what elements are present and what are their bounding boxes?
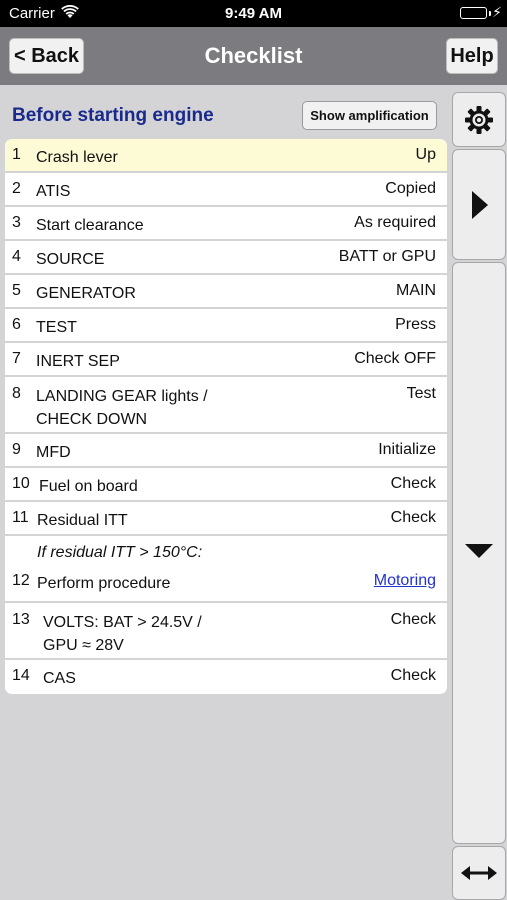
item-number: 2 [12, 180, 21, 197]
checklist-row[interactable]: 1 Crash lever Up [5, 139, 447, 173]
item-number: 7 [12, 350, 21, 367]
navigation-bar: < Back Checklist Help [0, 27, 507, 85]
checklist-list: 1 Crash lever Up 2 ATIS Copied 3 Start c… [5, 139, 447, 694]
item-number: 1 [12, 146, 21, 163]
item-value: Check [390, 475, 436, 492]
item-value: Press [395, 316, 436, 333]
item-label: SOURCE [36, 251, 105, 268]
checklist-row[interactable]: 2 ATIS Copied [5, 173, 447, 207]
checklist-row[interactable]: 7 INERT SEP Check OFF [5, 343, 447, 377]
item-label: TEST [36, 319, 77, 336]
checklist-row[interactable]: If residual ITT > 150°C: 12 Perform proc… [5, 536, 447, 603]
checklist-row[interactable]: 3 Start clearance As required [5, 207, 447, 241]
scroll-down-button[interactable] [452, 262, 506, 844]
item-value: As required [354, 214, 436, 231]
item-label: ATIS [36, 183, 71, 200]
condition-note: If residual ITT > 150°C: [37, 544, 203, 561]
item-value: Check [390, 509, 436, 526]
double-arrow-icon [461, 866, 497, 880]
show-amplification-button[interactable]: Show amplification [302, 101, 437, 130]
item-label: MFD [36, 444, 71, 461]
status-time: 9:49 AM [225, 5, 282, 22]
item-number: 11 [12, 509, 29, 526]
side-toolbar [450, 85, 507, 900]
item-number: 4 [12, 248, 21, 265]
motoring-link[interactable]: Motoring [374, 572, 436, 590]
item-number: 13 [12, 611, 30, 628]
item-value: MAIN [396, 282, 436, 299]
item-label: Residual ITT [37, 512, 128, 529]
item-label: Fuel on board [39, 478, 138, 495]
checklist-row[interactable]: 9 MFD Initialize [5, 434, 447, 468]
next-item-button[interactable] [452, 149, 506, 260]
section-title: Before starting engine [12, 105, 214, 126]
status-bar: Carrier 9:49 AM ⚡︎ [0, 0, 507, 27]
gear-icon [465, 106, 493, 134]
checklist-row[interactable]: 5 GENERATOR MAIN [5, 275, 447, 309]
item-label: VOLTS: BAT > 24.5V / GPU ≈ 28V [43, 614, 202, 654]
page-title: Checklist [204, 43, 303, 68]
item-number: 6 [12, 316, 21, 333]
item-label: GENERATOR [36, 285, 136, 302]
checklist-row[interactable]: 13 VOLTS: BAT > 24.5V / GPU ≈ 28V Check [5, 603, 447, 660]
item-label: INERT SEP [36, 353, 120, 370]
item-number: 12 [12, 572, 30, 589]
item-number: 10 [12, 475, 30, 492]
item-value: Test [406, 385, 436, 402]
battery-icon [460, 7, 487, 19]
item-value: Up [415, 146, 436, 163]
item-value: Check [390, 667, 436, 684]
checklist-row[interactable]: 10 Fuel on board Check [5, 468, 447, 502]
item-label: CAS [43, 670, 76, 687]
checklist-row[interactable]: 11 Residual ITT Check [5, 502, 447, 536]
item-number: 8 [12, 385, 21, 402]
item-number: 5 [12, 282, 21, 299]
battery-tip [489, 11, 491, 16]
settings-button[interactable] [452, 92, 506, 147]
help-button[interactable]: Help [446, 38, 498, 74]
item-value: BATT or GPU [338, 248, 436, 265]
item-label: LANDING GEAR lights / CHECK DOWN [36, 388, 208, 428]
item-number: 3 [12, 214, 21, 231]
item-label: Start clearance [36, 217, 144, 234]
item-number: 14 [12, 667, 30, 684]
item-label: Perform procedure [37, 575, 171, 592]
play-icon [472, 191, 488, 219]
checklist-row[interactable]: 8 LANDING GEAR lights / CHECK DOWN Test [5, 377, 447, 434]
item-value: Copied [385, 180, 436, 197]
triangle-down-icon [465, 544, 493, 558]
checklist-panel: Before starting engine Show amplificatio… [0, 85, 450, 900]
expand-width-button[interactable] [452, 846, 506, 900]
checklist-row[interactable]: 6 TEST Press [5, 309, 447, 343]
item-number: 9 [12, 441, 21, 458]
item-value: Check OFF [354, 350, 436, 367]
checklist-row[interactable]: 14 CAS Check [5, 660, 447, 694]
checklist-row[interactable]: 4 SOURCE BATT or GPU [5, 241, 447, 275]
item-value: Initialize [378, 441, 436, 458]
item-label: Crash lever [36, 149, 118, 166]
charging-bolt-icon: ⚡︎ [492, 4, 502, 20]
item-value: Check [390, 611, 436, 628]
